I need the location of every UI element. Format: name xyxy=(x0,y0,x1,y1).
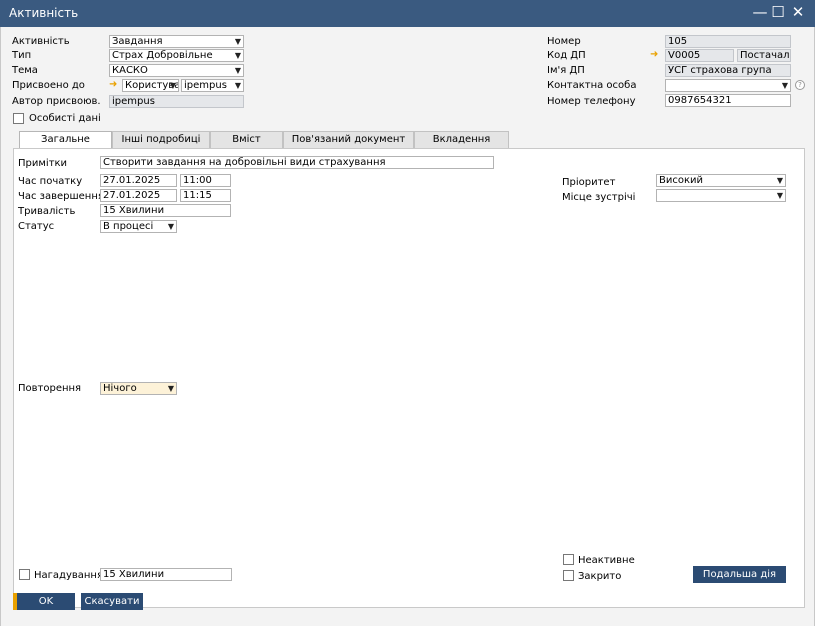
minimize-icon[interactable]: — xyxy=(752,3,768,21)
priority-select[interactable]: Високий ▼ xyxy=(656,174,786,187)
help-icon[interactable]: ? xyxy=(795,80,805,90)
activity-window: Активність Завдання ▼ Тип Страх Добровіль… xyxy=(0,27,815,626)
status-select[interactable]: В процесі ▼ xyxy=(100,220,177,233)
assigned-label: Присвоено до xyxy=(12,80,85,91)
start-label: Час початку xyxy=(18,176,83,187)
author-label: Автор присвоюв. xyxy=(12,96,101,107)
reminder-field[interactable]: 15 Хвилини xyxy=(100,568,232,581)
assigned-type-select[interactable]: Користувач▼ xyxy=(122,79,179,92)
meeting-label: Місце зустрічі xyxy=(562,192,636,203)
end-time-field[interactable]: 11:15 xyxy=(180,189,231,202)
contact-label: Контактна особа xyxy=(547,80,637,91)
inactive-label: Неактивне xyxy=(578,555,635,566)
recurrence-label: Повторення xyxy=(18,383,82,394)
reminder-checkbox[interactable] xyxy=(19,569,30,580)
reminder-label: Нагадування xyxy=(34,570,103,581)
close-icon[interactable]: ✕ xyxy=(790,3,806,21)
chevron-down-icon: ▼ xyxy=(167,222,174,231)
general-panel xyxy=(13,148,805,608)
chevron-down-icon: ▼ xyxy=(776,191,783,200)
personal-checkbox[interactable] xyxy=(13,113,24,124)
phone-field[interactable]: 0987654321 xyxy=(665,94,791,107)
remarks-field[interactable]: Створити завдання на добровільні види ст… xyxy=(100,156,494,169)
tab-content[interactable]: Вміст xyxy=(210,131,283,148)
status-value: В процесі xyxy=(103,221,154,232)
activity-select[interactable]: Завдання ▼ xyxy=(109,35,244,48)
window-title: Активність xyxy=(9,6,79,20)
bp-type-field: Постачальн xyxy=(737,49,791,62)
end-date-field[interactable]: 27.01.2025 xyxy=(100,189,177,202)
chevron-down-icon: ▼ xyxy=(234,37,241,46)
subject-select[interactable]: КАСКО ▼ xyxy=(109,64,244,77)
assigned-user-value: ipempus xyxy=(184,80,227,91)
status-label: Статус xyxy=(18,221,55,232)
chevron-down-icon: ▼ xyxy=(234,81,241,90)
start-date-field[interactable]: 27.01.2025 xyxy=(100,174,177,187)
phone-label: Номер телефону xyxy=(547,96,636,107)
chevron-down-icon: ▼ xyxy=(167,384,174,393)
link-arrow-icon[interactable]: ➜ xyxy=(650,49,658,61)
ok-button[interactable]: OK xyxy=(13,593,75,610)
bp-code-field[interactable]: V0005 xyxy=(665,49,734,62)
maximize-icon[interactable]: ☐ xyxy=(770,3,786,21)
chevron-down-icon: ▼ xyxy=(234,66,241,75)
activity-label: Активність xyxy=(12,36,70,47)
recurrence-value: Нічого xyxy=(103,383,137,394)
inactive-checkbox[interactable] xyxy=(563,554,574,565)
number-label: Номер xyxy=(547,36,581,47)
activity-value: Завдання xyxy=(112,36,163,47)
start-time-field[interactable]: 11:00 xyxy=(180,174,231,187)
chevron-down-icon: ▼ xyxy=(781,81,788,90)
personal-label: Особисті дані xyxy=(29,113,101,124)
cancel-button[interactable]: Скасувати xyxy=(81,593,143,610)
bp-code-label: Код ДП xyxy=(547,50,586,61)
contact-select[interactable]: ▼ xyxy=(665,79,791,92)
closed-label: Закрито xyxy=(578,571,622,582)
chevron-down-icon: ▼ xyxy=(234,51,241,60)
next-action-button[interactable]: Подальша дія xyxy=(693,566,786,583)
type-label: Тип xyxy=(12,50,32,61)
chevron-down-icon: ▼ xyxy=(776,176,783,185)
title-bar: Активність — ☐ ✕ xyxy=(0,0,815,27)
link-arrow-icon[interactable]: ➜ xyxy=(109,79,117,91)
bp-name-label: Ім'я ДП xyxy=(547,65,585,76)
priority-value: Високий xyxy=(659,175,704,186)
subject-value: КАСКО xyxy=(112,65,148,76)
remarks-label: Примітки xyxy=(18,158,68,169)
assigned-user-select[interactable]: ipempus ▼ xyxy=(181,79,244,92)
recurrence-select[interactable]: Нічого ▼ xyxy=(100,382,177,395)
closed-checkbox[interactable] xyxy=(563,570,574,581)
number-field: 105 xyxy=(665,35,791,48)
duration-field[interactable]: 15 Хвилини xyxy=(100,204,231,217)
tab-attachments[interactable]: Вкладення xyxy=(414,131,509,148)
type-value: Страх Добровільне xyxy=(112,50,213,61)
type-select[interactable]: Страх Добровільне ▼ xyxy=(109,49,244,62)
priority-label: Пріоритет xyxy=(562,177,616,188)
tab-other-details[interactable]: Інші подробиці xyxy=(112,131,210,148)
author-field: ipempus xyxy=(109,95,244,108)
meeting-select[interactable]: ▼ xyxy=(656,189,786,202)
subject-label: Тема xyxy=(12,65,38,76)
chevron-down-icon: ▼ xyxy=(169,81,176,90)
end-label: Час завершення xyxy=(18,191,104,202)
tab-linked-document[interactable]: Пов'язаний документ xyxy=(283,131,414,148)
duration-label: Тривалість xyxy=(18,206,76,217)
bp-name-field: УСГ страхова група xyxy=(665,64,791,77)
